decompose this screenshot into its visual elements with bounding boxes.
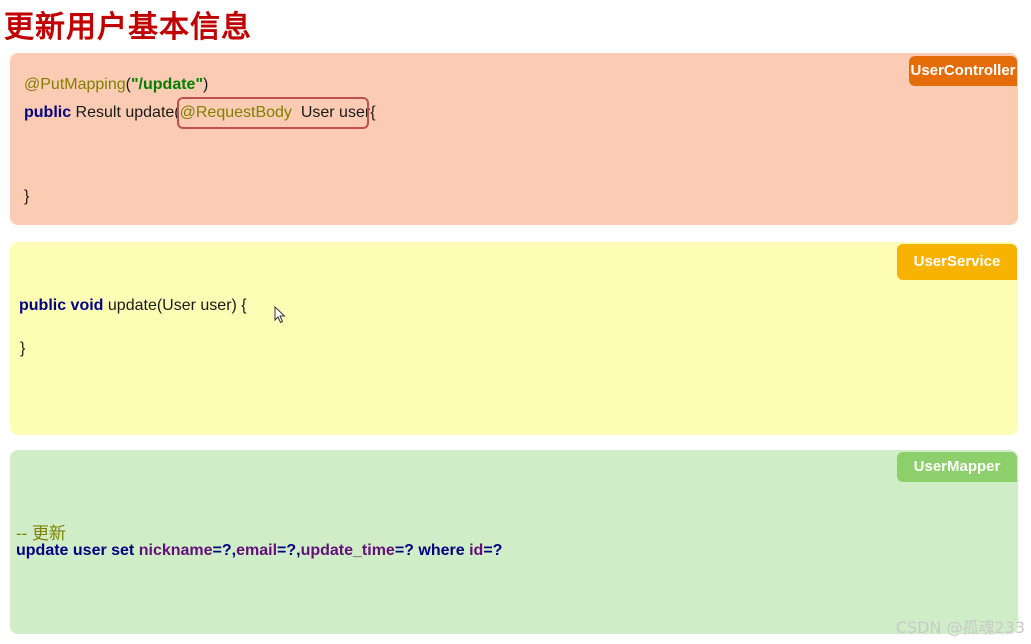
sql-where-keyword: where xyxy=(418,542,465,559)
sql-update-keyword: update user set xyxy=(16,542,135,559)
sql-comment: -- 更新 xyxy=(16,524,67,543)
service-close-brace: } xyxy=(20,340,26,357)
open-brace: { xyxy=(370,104,376,121)
sql-field-email: email xyxy=(236,542,278,559)
page-title: 更新用户基本信息 xyxy=(4,10,252,45)
sql-placeholder-3: =? xyxy=(394,542,419,559)
paren-close: ) xyxy=(203,76,209,93)
sql-placeholder-1: =?, xyxy=(212,542,237,559)
sql-placeholder-4: =? xyxy=(483,542,503,559)
sql-field-update-time: update_time xyxy=(300,542,395,559)
service-panel: UserService xyxy=(10,242,1018,435)
controller-close-brace: } xyxy=(24,188,30,205)
service-signature: update(User user) { xyxy=(103,297,247,314)
public-void-keyword: public void xyxy=(19,297,104,314)
csdn-watermark: CSDN @孤魂233 xyxy=(895,618,1025,637)
method-signature: Result update( xyxy=(71,104,180,121)
mouse-pointer-icon xyxy=(274,306,286,324)
controller-tag: UserController xyxy=(909,56,1017,86)
sql-statement: update user set nickname=?,email=?,updat… xyxy=(16,542,502,560)
sql-field-id: id xyxy=(464,542,484,559)
mapper-tag: UserMapper xyxy=(897,452,1017,482)
sql-placeholder-2: =?, xyxy=(277,542,301,559)
sql-field-nickname: nickname xyxy=(138,542,213,559)
public-keyword: public xyxy=(24,104,72,121)
request-body-highlight xyxy=(177,97,369,129)
controller-line-1: @PutMapping("/update") xyxy=(24,76,208,94)
service-line-1: public void update(User user) { xyxy=(19,297,247,315)
update-path-string: "/update" xyxy=(130,76,204,93)
service-tag: UserService xyxy=(897,244,1017,280)
put-mapping-annotation: @PutMapping xyxy=(24,76,126,93)
